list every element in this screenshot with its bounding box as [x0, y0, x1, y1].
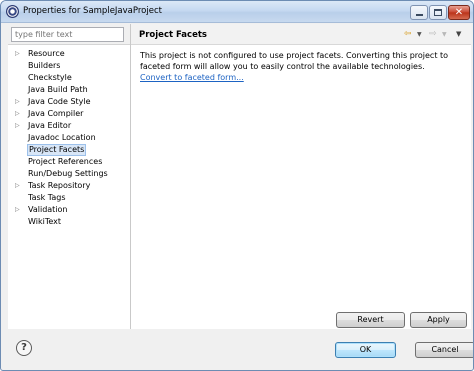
eclipse-icon	[6, 5, 19, 18]
close-button[interactable]: ✕	[448, 5, 470, 20]
page-header: Project Facets ⇦ ▼ ⇨ ▼ ▼	[131, 24, 471, 45]
tree-item-label: Validation	[28, 205, 68, 214]
view-menu-icon[interactable]: ▼	[456, 29, 461, 40]
property-page: Project Facets ⇦ ▼ ⇨ ▼ ▼ This project is…	[131, 24, 471, 329]
revert-button[interactable]: Revert	[336, 312, 405, 328]
window-title: Properties for SampleJavaProject	[23, 6, 162, 16]
maximize-icon	[434, 9, 442, 16]
preference-tree: ▷ Resource Builders Checkstyle Java Build Pa…	[8, 44, 130, 349]
tree-item-label: Run/Debug Settings	[28, 169, 108, 178]
page-description: This project is not configured to use pr…	[140, 51, 449, 71]
back-dropdown-icon[interactable]: ▼	[417, 29, 422, 40]
properties-dialog: Properties for SampleJavaProject ✕ ▷ Reso…	[0, 0, 474, 371]
back-arrow-icon[interactable]: ⇦	[404, 29, 412, 40]
expand-arrow-icon[interactable]: ▷	[15, 48, 23, 60]
maximize-button[interactable]	[429, 5, 447, 20]
expand-arrow-icon[interactable]: ▷	[15, 120, 23, 132]
title-bar[interactable]: Properties for SampleJavaProject ✕	[1, 1, 473, 23]
tree-item-label: Resource	[28, 49, 65, 58]
tree-item-label: Javadoc Location	[28, 133, 96, 142]
forward-dropdown-icon: ▼	[442, 31, 447, 38]
dialog-content: ▷ Resource Builders Checkstyle Java Build Pa…	[5, 24, 473, 368]
help-icon[interactable]: ?	[16, 340, 32, 356]
minimize-button[interactable]	[410, 5, 428, 20]
expand-arrow-icon[interactable]: ▷	[15, 96, 23, 108]
tree-item-label: Checkstyle	[28, 73, 72, 82]
expand-arrow-icon[interactable]: ▷	[15, 204, 23, 216]
minimize-icon	[415, 14, 423, 16]
forward-arrow-icon: ⇨	[429, 29, 437, 39]
tree-item-label: Java Compiler	[28, 109, 84, 118]
tree-item-label: Project Facets	[27, 144, 87, 156]
page-title: Project Facets	[139, 30, 207, 40]
tree-item-label: Java Code Style	[28, 97, 91, 106]
tree-item-label: Builders	[28, 61, 61, 70]
convert-to-faceted-link[interactable]: Convert to faceted form...	[140, 73, 244, 82]
tree-item-label: Java Editor	[28, 121, 72, 130]
filter-input[interactable]	[11, 27, 124, 42]
ok-button[interactable]: OK	[335, 342, 396, 358]
button-bar	[5, 329, 471, 368]
tree-item-label: Project References	[28, 157, 103, 166]
expand-arrow-icon[interactable]: ▷	[15, 108, 23, 120]
apply-button[interactable]: Apply	[410, 312, 467, 328]
tree-item-label: Task Repository	[28, 181, 91, 190]
tree-item-label: Java Build Path	[28, 85, 88, 94]
close-icon: ✕	[454, 6, 464, 18]
tree-item-label: Task Tags	[28, 193, 66, 202]
tree-item-label: WikiText	[28, 217, 61, 226]
expand-arrow-icon[interactable]: ▷	[15, 180, 23, 192]
cancel-button[interactable]: Cancel	[415, 342, 473, 358]
